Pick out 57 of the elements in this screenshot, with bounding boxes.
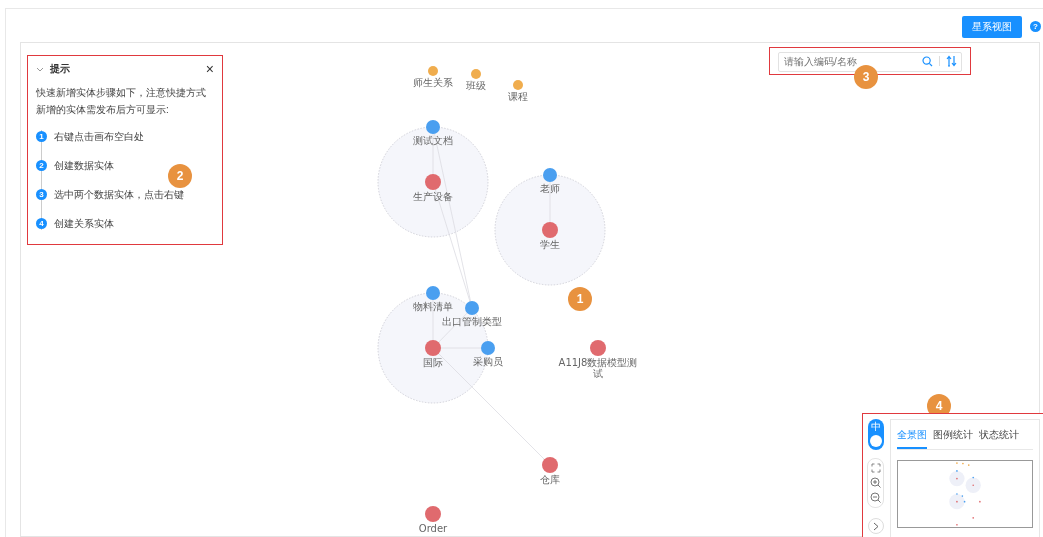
node-label: 国际 bbox=[423, 357, 443, 368]
galaxy-view-button[interactable]: 星系视图 bbox=[962, 15, 1022, 38]
help-icon[interactable]: ? bbox=[1030, 21, 1041, 32]
node-label: 课程 bbox=[508, 91, 528, 102]
node-label: 测试文档 bbox=[413, 135, 453, 146]
entity-node[interactable] bbox=[590, 340, 606, 356]
node-label: Order bbox=[418, 523, 448, 534]
close-button[interactable]: × bbox=[205, 62, 214, 76]
entity-node[interactable] bbox=[426, 120, 440, 134]
entity-node[interactable] bbox=[542, 457, 558, 473]
node-label: 老师 bbox=[540, 183, 560, 194]
fit-view-icon[interactable] bbox=[870, 463, 881, 473]
zoom-in-icon[interactable] bbox=[870, 477, 881, 488]
overview-tab[interactable]: 状态统计 bbox=[979, 424, 1019, 449]
entity-node[interactable] bbox=[481, 341, 495, 355]
entity-node[interactable] bbox=[425, 340, 441, 356]
chevron-down-icon[interactable] bbox=[36, 66, 44, 72]
minimap-drawing bbox=[948, 462, 982, 526]
tips-description: 快速新增实体步骤如下，注意快捷方式新增的实体需发布后方可显示: bbox=[36, 86, 207, 117]
node-label: 试 bbox=[593, 368, 603, 379]
node-label: A11J8数据模型测 bbox=[558, 357, 638, 368]
entity-node[interactable] bbox=[471, 69, 481, 79]
entity-node[interactable] bbox=[428, 66, 438, 76]
entity-node[interactable] bbox=[426, 286, 440, 300]
swap-arrows-icon[interactable] bbox=[946, 55, 957, 67]
entity-node[interactable] bbox=[465, 301, 479, 315]
mode-toggle[interactable]: 中 bbox=[867, 419, 884, 450]
node-label: 班级 bbox=[466, 80, 486, 91]
step-number: 2 bbox=[36, 160, 47, 171]
entity-node[interactable] bbox=[543, 168, 557, 182]
search-icon[interactable] bbox=[922, 55, 933, 67]
node-label: 出口管制类型 bbox=[442, 316, 502, 327]
search-field[interactable]: 请输入编码/名称 bbox=[778, 51, 962, 72]
node-label: 师生关系 bbox=[413, 77, 453, 88]
callout-badge: 3 bbox=[854, 65, 878, 89]
entity-node[interactable] bbox=[542, 222, 558, 238]
entity-node[interactable] bbox=[513, 80, 523, 90]
entity-node[interactable] bbox=[425, 174, 441, 190]
node-label: 仓库 bbox=[540, 474, 560, 485]
step-text: 右键点击画布空白处 bbox=[54, 129, 144, 144]
step-number: 3 bbox=[36, 189, 47, 200]
node-label: 采购员 bbox=[473, 356, 503, 367]
overview-tab[interactable]: 图例统计 bbox=[933, 424, 973, 449]
tips-title: 提示 bbox=[50, 62, 70, 76]
step-text: 选中两个数据实体，点击右键 bbox=[54, 187, 184, 202]
step-number: 1 bbox=[36, 131, 47, 142]
step-text: 创建关系实体 bbox=[54, 216, 114, 231]
overview-tab[interactable]: 全景图 bbox=[897, 424, 927, 449]
zoom-out-icon[interactable] bbox=[870, 492, 881, 503]
chevron-right-icon bbox=[872, 521, 879, 531]
node-label: 物料清单 bbox=[413, 301, 453, 312]
node-label: 生产设备 bbox=[413, 191, 453, 202]
step-number: 4 bbox=[36, 218, 47, 229]
step-text: 创建数据实体 bbox=[54, 158, 114, 173]
entity-node[interactable] bbox=[425, 506, 441, 522]
node-label: 学生 bbox=[540, 239, 560, 250]
callout-badge: 1 bbox=[568, 287, 592, 311]
